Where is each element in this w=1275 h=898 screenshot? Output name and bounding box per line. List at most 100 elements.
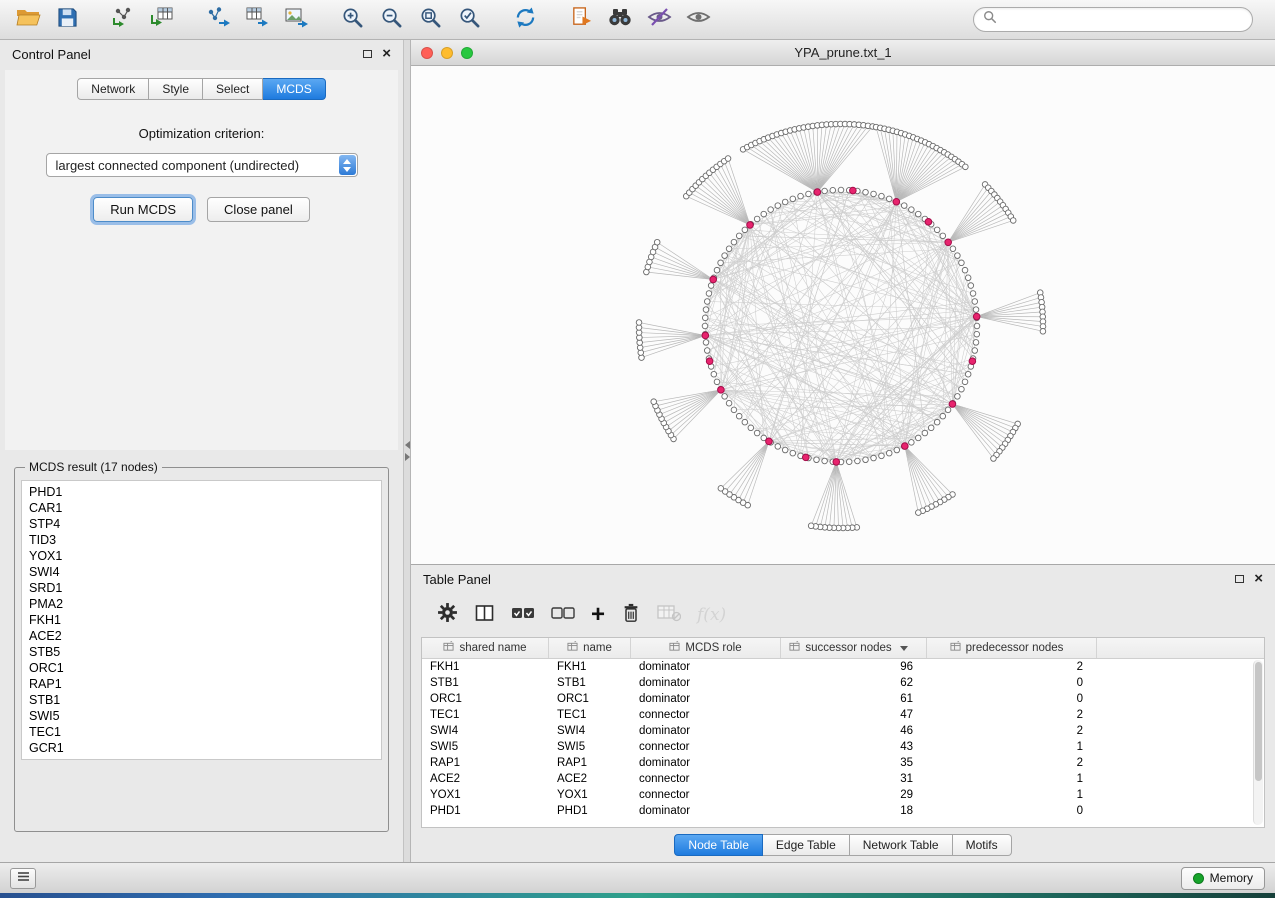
mcds-result-item: ACE2 <box>29 628 374 644</box>
search-network-button[interactable] <box>602 4 638 36</box>
table-cell: 1 <box>927 787 1097 803</box>
table-cell: 0 <box>927 691 1097 707</box>
close-panel-button[interactable]: Close panel <box>207 197 310 222</box>
table-row[interactable]: TEC1TEC1connector472 <box>422 707 1264 723</box>
table-row[interactable]: STB1STB1dominator620 <box>422 675 1264 691</box>
desktop-background-strip <box>0 893 1275 898</box>
column-header-mcds-role[interactable]: MCDS role <box>631 638 781 658</box>
expand-right-icon[interactable] <box>405 453 410 461</box>
refresh-layout-button[interactable] <box>507 4 543 36</box>
close-table-panel-icon[interactable]: × <box>1254 574 1263 584</box>
table-scrollbar[interactable] <box>1253 660 1263 825</box>
save-session-button[interactable] <box>49 4 85 36</box>
network-graph <box>411 66 1275 564</box>
memory-button[interactable]: Memory <box>1181 867 1265 890</box>
table-cell: SWI4 <box>549 723 631 739</box>
table-cell: YOX1 <box>422 787 549 803</box>
table-cell: dominator <box>631 755 781 771</box>
table-cell: connector <box>631 787 781 803</box>
table-cell: 47 <box>781 707 927 723</box>
table-body: FKH1FKH1dominator962STB1STB1dominator620… <box>422 659 1264 827</box>
panel-splitter[interactable] <box>403 40 411 862</box>
table-cell: connector <box>631 707 781 723</box>
table-cell: 29 <box>781 787 927 803</box>
sort-table-icon <box>789 641 800 655</box>
export-network-icon <box>206 6 230 33</box>
table-cell: connector <box>631 771 781 787</box>
table-row[interactable]: ACE2ACE2connector311 <box>422 771 1264 787</box>
table-row[interactable]: FKH1FKH1dominator962 <box>422 659 1264 675</box>
tab-select[interactable]: Select <box>203 78 263 100</box>
table-panel-header: Table Panel × <box>411 565 1275 593</box>
import-network-button[interactable] <box>105 4 141 36</box>
mcds-result-item: SWI5 <box>29 708 374 724</box>
show-all-button[interactable] <box>680 4 716 36</box>
tab-edge-table[interactable]: Edge Table <box>763 834 850 856</box>
table-settings-button[interactable] <box>437 601 458 629</box>
tab-network[interactable]: Network <box>77 78 149 100</box>
tab-mcds[interactable]: MCDS <box>263 78 325 100</box>
column-header-predecessor-nodes[interactable]: predecessor nodes <box>927 638 1097 658</box>
table-cell: 43 <box>781 739 927 755</box>
table-cell: 2 <box>927 707 1097 723</box>
search-input[interactable] <box>1003 13 1243 27</box>
deselect-all-rows-button[interactable] <box>551 601 575 629</box>
control-panel-header: Control Panel × <box>0 40 403 68</box>
column-label: name <box>583 642 612 654</box>
binoculars-icon <box>607 6 633 33</box>
close-window-icon[interactable] <box>421 47 433 59</box>
table-row[interactable]: YOX1YOX1connector291 <box>422 787 1264 803</box>
export-document-button[interactable] <box>563 4 599 36</box>
export-image-button[interactable] <box>278 4 314 36</box>
table-cell-filler <box>1097 707 1264 723</box>
run-mcds-button[interactable]: Run MCDS <box>93 197 193 222</box>
tab-network-table[interactable]: Network Table <box>850 834 953 856</box>
mcds-tab-content: NetworkStyleSelectMCDS Optimization crit… <box>5 70 398 450</box>
global-search-field[interactable] <box>973 7 1253 32</box>
column-view-button[interactable] <box>474 601 495 629</box>
table-cell: 2 <box>927 755 1097 771</box>
status-menu-button[interactable] <box>10 868 36 889</box>
add-column-button[interactable]: + <box>591 601 605 629</box>
network-window-titlebar[interactable]: YPA_prune.txt_1 <box>411 40 1275 66</box>
table-cell: 31 <box>781 771 927 787</box>
table-row[interactable]: RAP1RAP1dominator352 <box>422 755 1264 771</box>
tab-motifs[interactable]: Motifs <box>953 834 1012 856</box>
maximize-window-icon[interactable] <box>461 47 473 59</box>
table-row[interactable]: SWI5SWI5connector431 <box>422 739 1264 755</box>
table-row[interactable]: ORC1ORC1dominator610 <box>422 691 1264 707</box>
close-panel-icon[interactable]: × <box>382 49 391 59</box>
minimize-window-icon[interactable] <box>441 47 453 59</box>
scrollbar-thumb[interactable] <box>1255 662 1262 781</box>
table-cell: connector <box>631 739 781 755</box>
column-header-successor-nodes[interactable]: successor nodes <box>781 638 927 658</box>
export-table-button[interactable] <box>239 4 275 36</box>
import-table-button[interactable] <box>144 4 180 36</box>
open-file-button[interactable] <box>10 4 46 36</box>
float-panel-icon[interactable] <box>363 50 372 58</box>
column-dropdown-icon[interactable] <box>900 646 908 651</box>
float-table-panel-icon[interactable] <box>1235 575 1244 583</box>
zoom-in-button[interactable] <box>334 4 370 36</box>
zoom-fit-button[interactable] <box>412 4 448 36</box>
zoom-out-button[interactable] <box>373 4 409 36</box>
function-builder-button: f(x) <box>697 601 726 629</box>
network-canvas[interactable] <box>411 66 1275 564</box>
column-header-name[interactable]: name <box>549 638 631 658</box>
table-row[interactable]: SWI4SWI4dominator462 <box>422 723 1264 739</box>
criterion-dropdown[interactable]: largest connected component (undirected) <box>46 153 358 177</box>
tab-node-table[interactable]: Node Table <box>674 834 763 856</box>
status-bar: Memory <box>0 862 1275 893</box>
select-all-rows-button[interactable] <box>511 601 535 629</box>
export-network-button[interactable] <box>200 4 236 36</box>
collapse-left-icon[interactable] <box>405 441 410 449</box>
hide-selected-button[interactable] <box>641 4 677 36</box>
criterion-selected-value: largest connected component (undirected) <box>56 158 300 173</box>
memory-status-icon <box>1193 873 1204 884</box>
zoom-selected-button[interactable] <box>451 4 487 36</box>
column-header-shared-name[interactable]: shared name <box>422 638 549 658</box>
optimization-criterion-label: Optimization criterion: <box>5 126 398 141</box>
table-row[interactable]: PHD1PHD1dominator180 <box>422 803 1264 819</box>
tab-style[interactable]: Style <box>149 78 203 100</box>
delete-column-button[interactable] <box>621 601 641 629</box>
